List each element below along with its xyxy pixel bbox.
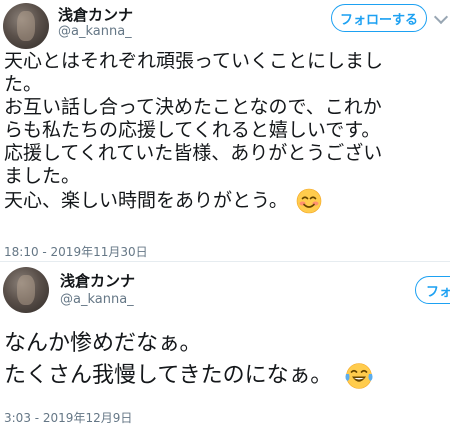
display-name[interactable]: 浅倉カンナ <box>58 4 133 25</box>
tweet-card: 浅倉カンナ @a_kanna_ フォ なんか惨めだなぁ。 たくさん我慢してきたの… <box>0 262 450 429</box>
follow-button[interactable]: フォ <box>415 276 450 304</box>
tweet-timestamp[interactable]: 3:03 - 2019年12月9日 <box>4 409 132 426</box>
tweet-text-line: なんか惨めだなぁ。 <box>4 331 202 356</box>
user-handle[interactable]: @a_kanna_ <box>60 292 134 307</box>
tweet-text-line: ました。 <box>4 165 81 187</box>
tweet-text-line: 天心とはそれぞれ頑張っていくことにしまし <box>4 50 384 72</box>
user-handle[interactable]: @a_kanna_ <box>58 24 132 39</box>
tweet-text-line-last: たくさん我慢してきたのになぁ。 <box>4 360 374 392</box>
tweet-text-line: 天心、楽しい時間をありがとう。 <box>4 189 288 212</box>
tweet-text-line: 応援してくれていた皆様、ありがとうござい <box>4 142 383 164</box>
tweet-text-line: た。 <box>4 73 43 95</box>
display-name[interactable]: 浅倉カンナ <box>60 270 135 291</box>
tweet-text-line: らも私たちの応援してくれると嬉しいです。 <box>4 119 381 141</box>
tweet-card: 浅倉カンナ @a_kanna_ フォローする 天心とはそれぞれ頑張っていくことに… <box>0 0 450 262</box>
tweet-timestamp[interactable]: 18:10 - 2019年11月30日 <box>4 243 148 260</box>
smiling-face-blush-icon <box>296 188 322 214</box>
tears-of-joy-face-icon <box>345 363 373 389</box>
follow-button[interactable]: フォローする <box>331 4 427 32</box>
tweet-text-line: お互い話し合って決めたことなので、これか <box>4 96 382 118</box>
avatar[interactable] <box>3 3 49 49</box>
tweet-text-line: たくさん我慢してきたのになぁ。 <box>4 363 333 388</box>
tweet-text: 天心とはそれぞれ頑張っていくことにしまし た。 お互い話し合って決めたことなので… <box>4 50 383 214</box>
chevron-down-icon[interactable] <box>433 9 449 25</box>
tweet-text: なんか惨めだなぁ。 たくさん我慢してきたのになぁ。 <box>4 328 374 392</box>
avatar[interactable] <box>3 267 49 313</box>
tweet-text-line-last: 天心、楽しい時間をありがとう。 <box>4 188 383 214</box>
